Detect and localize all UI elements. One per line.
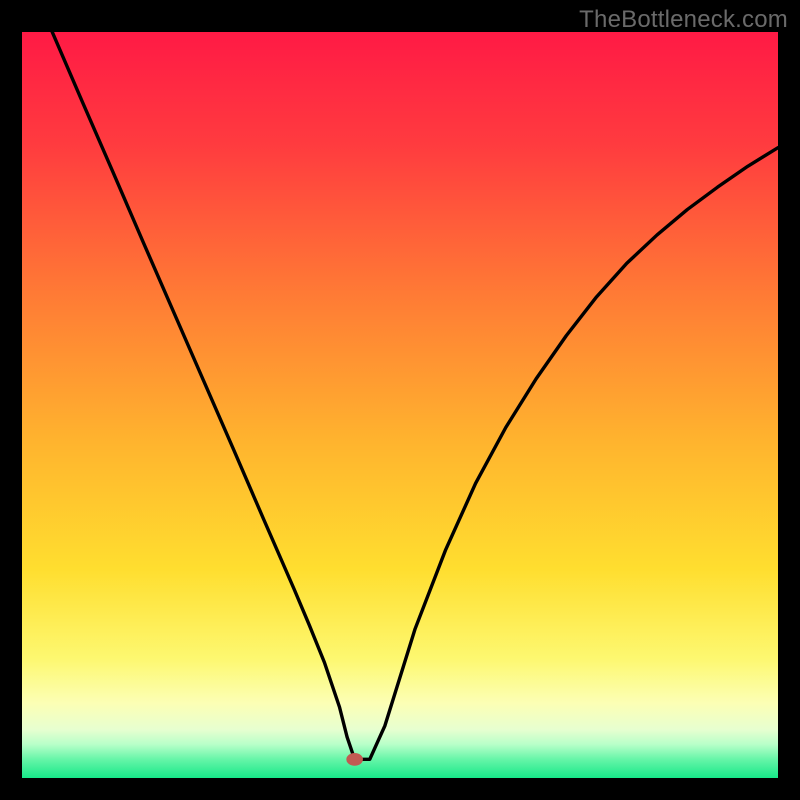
plot-frame xyxy=(22,32,778,778)
marker-point-icon xyxy=(346,753,363,766)
watermark-label: TheBottleneck.com xyxy=(579,6,788,34)
bottleneck-curve xyxy=(22,32,778,778)
chart-container: TheBottleneck.com xyxy=(0,0,800,800)
